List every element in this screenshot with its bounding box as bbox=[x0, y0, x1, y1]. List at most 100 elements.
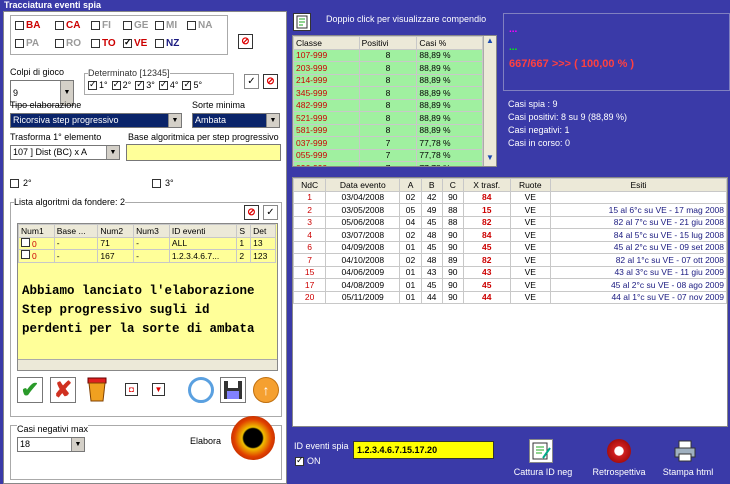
column-header[interactable]: ID eventi bbox=[168, 224, 238, 238]
column-header[interactable]: Positivi bbox=[358, 36, 418, 50]
wheel-checkbox[interactable] bbox=[155, 21, 164, 30]
column-header[interactable]: Esiti bbox=[550, 178, 727, 192]
wheel-checkbox[interactable] bbox=[91, 21, 100, 30]
det-checkbox[interactable] bbox=[88, 79, 97, 90]
table-row[interactable]: 107-999 8 88,89 % bbox=[293, 48, 483, 62]
table-row[interactable]: 7 04/10/2008 02 48 89 82 VE 82 al 1°c su VE - 0… bbox=[293, 253, 727, 267]
wheel-nz[interactable]: NZ bbox=[155, 38, 179, 49]
wheel-ca[interactable]: CA bbox=[55, 20, 80, 31]
check-all-button[interactable]: ✓ bbox=[244, 74, 259, 89]
check-lista-button[interactable]: ✓ bbox=[263, 205, 278, 220]
wheel-checkbox[interactable] bbox=[187, 21, 196, 30]
table-row[interactable]: 214-999 8 88,89 % bbox=[293, 73, 483, 87]
column-header[interactable]: X trasf. bbox=[462, 178, 511, 192]
det-checkbox[interactable] bbox=[135, 79, 145, 90]
table-row[interactable]: 581-999 8 88,89 % bbox=[293, 123, 483, 137]
table-row[interactable]: 037-999 7 77,78 % bbox=[293, 136, 483, 150]
wheel-ba[interactable]: BA bbox=[15, 20, 40, 31]
wheel-mi[interactable]: MI bbox=[155, 20, 177, 31]
table-row[interactable]: 15 04/06/2009 01 43 90 43 VE 43 al 3°c su VE - … bbox=[293, 265, 727, 279]
delete-button[interactable]: ✘ bbox=[50, 377, 76, 403]
wheel-to[interactable]: TO bbox=[91, 38, 116, 49]
tipo-select[interactable]: Ricorsiva step progressivo ▼ bbox=[10, 113, 182, 128]
table-row[interactable]: 4 03/07/2008 02 48 90 84 VE 84 al 5°c su VE - 1… bbox=[293, 228, 727, 242]
wheel-ge[interactable]: GE bbox=[123, 20, 148, 31]
table-row[interactable]: 1 03/04/2008 02 42 90 84 VE bbox=[293, 190, 727, 204]
opt3-check[interactable]: 3° bbox=[152, 178, 174, 188]
wheel-checkbox[interactable] bbox=[123, 21, 132, 30]
retro-button[interactable] bbox=[607, 439, 631, 463]
table-row[interactable]: 2 03/05/2008 05 49 88 15 VE 15 al 6°c su VE - 1… bbox=[293, 203, 727, 217]
det-item[interactable]: 1° bbox=[88, 79, 108, 90]
det-item[interactable]: 5° bbox=[182, 79, 202, 90]
cattura-button[interactable] bbox=[529, 439, 553, 463]
sorte-select[interactable]: Ambata ▼ bbox=[192, 113, 280, 128]
table-row[interactable]: 6 04/09/2008 01 45 90 45 VE 45 al 2°c su VE - 0… bbox=[293, 240, 727, 254]
save-button[interactable] bbox=[220, 377, 246, 403]
opt3-checkbox[interactable] bbox=[152, 178, 161, 188]
trash-button[interactable] bbox=[83, 375, 111, 403]
table-row[interactable]: 17 04/08/2009 01 45 90 45 VE 45 al 2°c su VE - … bbox=[293, 278, 727, 292]
up-button[interactable]: ↑ bbox=[253, 377, 279, 403]
table-row[interactable]: 0-71- ALL 1 13 bbox=[18, 236, 276, 250]
column-header[interactable]: S bbox=[236, 224, 252, 238]
column-header[interactable]: B bbox=[420, 178, 443, 192]
confirm-button[interactable]: ✔ bbox=[17, 377, 43, 403]
refresh-button[interactable] bbox=[188, 377, 214, 403]
wheel-checkbox[interactable] bbox=[155, 39, 164, 48]
det-item[interactable]: 4° bbox=[158, 79, 178, 90]
wheel-checkbox[interactable] bbox=[15, 21, 24, 30]
opt2-check[interactable]: 2° bbox=[10, 178, 32, 188]
on-checkbox[interactable] bbox=[295, 455, 304, 466]
table-row[interactable]: 0-167-1.2.3.4.6.7... 2 123 bbox=[18, 249, 276, 263]
det-checkbox[interactable] bbox=[158, 79, 168, 90]
clear-det-button[interactable]: ⊘ bbox=[263, 74, 278, 89]
column-header[interactable]: Casi % bbox=[416, 36, 483, 50]
column-header[interactable]: Classe bbox=[293, 36, 360, 50]
casi-neg-select[interactable]: 18 ▼ bbox=[17, 437, 85, 452]
column-header[interactable]: Ruote bbox=[509, 178, 552, 192]
table-row[interactable]: 521-999 8 88,89 % bbox=[293, 111, 483, 125]
row-checkbox[interactable] bbox=[21, 237, 30, 247]
column-header[interactable]: Base ... bbox=[53, 224, 99, 238]
wheel-checkbox[interactable] bbox=[55, 21, 64, 30]
wheel-ve[interactable]: VE bbox=[123, 37, 147, 49]
det-item[interactable]: 2° bbox=[111, 79, 131, 90]
det-checkbox[interactable] bbox=[111, 79, 121, 90]
clear-wheels-button[interactable]: ⊘ bbox=[238, 34, 253, 49]
column-header[interactable]: Data evento bbox=[325, 178, 401, 192]
trasforma-select[interactable]: 107 ] Dist (BC) x A ▼ bbox=[10, 145, 120, 160]
id-eventi-input[interactable]: 1.2.3.4.6.7.15.17.20 bbox=[353, 441, 494, 459]
compendio-button[interactable] bbox=[293, 13, 311, 31]
table-row[interactable]: 3 05/06/2008 04 45 88 82 VE 82 al 7°c su VE - 2… bbox=[293, 215, 727, 229]
column-header[interactable]: A bbox=[399, 178, 422, 192]
column-header[interactable]: Num2 bbox=[97, 224, 135, 238]
table-row[interactable]: 20 05/11/2009 01 44 90 44 VE 44 al 1°c su VE - … bbox=[293, 290, 727, 304]
table-row[interactable]: 096-999777,78 % bbox=[293, 161, 483, 166]
wheel-pa[interactable]: PA bbox=[15, 38, 39, 49]
elabora-button[interactable] bbox=[231, 416, 275, 460]
lista-hscroll[interactable] bbox=[18, 359, 277, 370]
table-row[interactable]: 345-999 8 88,89 % bbox=[293, 86, 483, 100]
table-row[interactable]: 055-999 7 77,78 % bbox=[293, 148, 483, 162]
det-checkbox[interactable] bbox=[182, 79, 192, 90]
det-item[interactable]: 3° bbox=[135, 79, 155, 90]
table-row[interactable]: 203-999 8 88,89 % bbox=[293, 61, 483, 75]
wheel-checkbox[interactable] bbox=[15, 39, 24, 48]
opt2-checkbox[interactable] bbox=[10, 178, 19, 188]
down-small-button[interactable]: ▼ bbox=[152, 383, 165, 396]
column-header[interactable]: Det bbox=[250, 224, 276, 238]
on-toggle[interactable]: ON bbox=[295, 455, 321, 466]
column-header[interactable]: Num1 bbox=[18, 224, 55, 238]
wheel-ro[interactable]: RO bbox=[55, 38, 81, 49]
wheel-na[interactable]: NA bbox=[187, 20, 212, 31]
classe-vscroll[interactable]: ▲ ▼ bbox=[483, 36, 496, 166]
wheel-checkbox[interactable] bbox=[123, 37, 132, 48]
wheel-fi[interactable]: FI bbox=[91, 20, 111, 31]
column-header[interactable]: NdC bbox=[293, 178, 327, 192]
base-input[interactable] bbox=[126, 144, 281, 161]
wheel-checkbox[interactable] bbox=[55, 39, 64, 48]
table-row[interactable]: 482-999 8 88,89 % bbox=[293, 98, 483, 112]
stop-small-button[interactable]: ◘ bbox=[125, 383, 138, 396]
column-header[interactable]: C bbox=[441, 178, 464, 192]
